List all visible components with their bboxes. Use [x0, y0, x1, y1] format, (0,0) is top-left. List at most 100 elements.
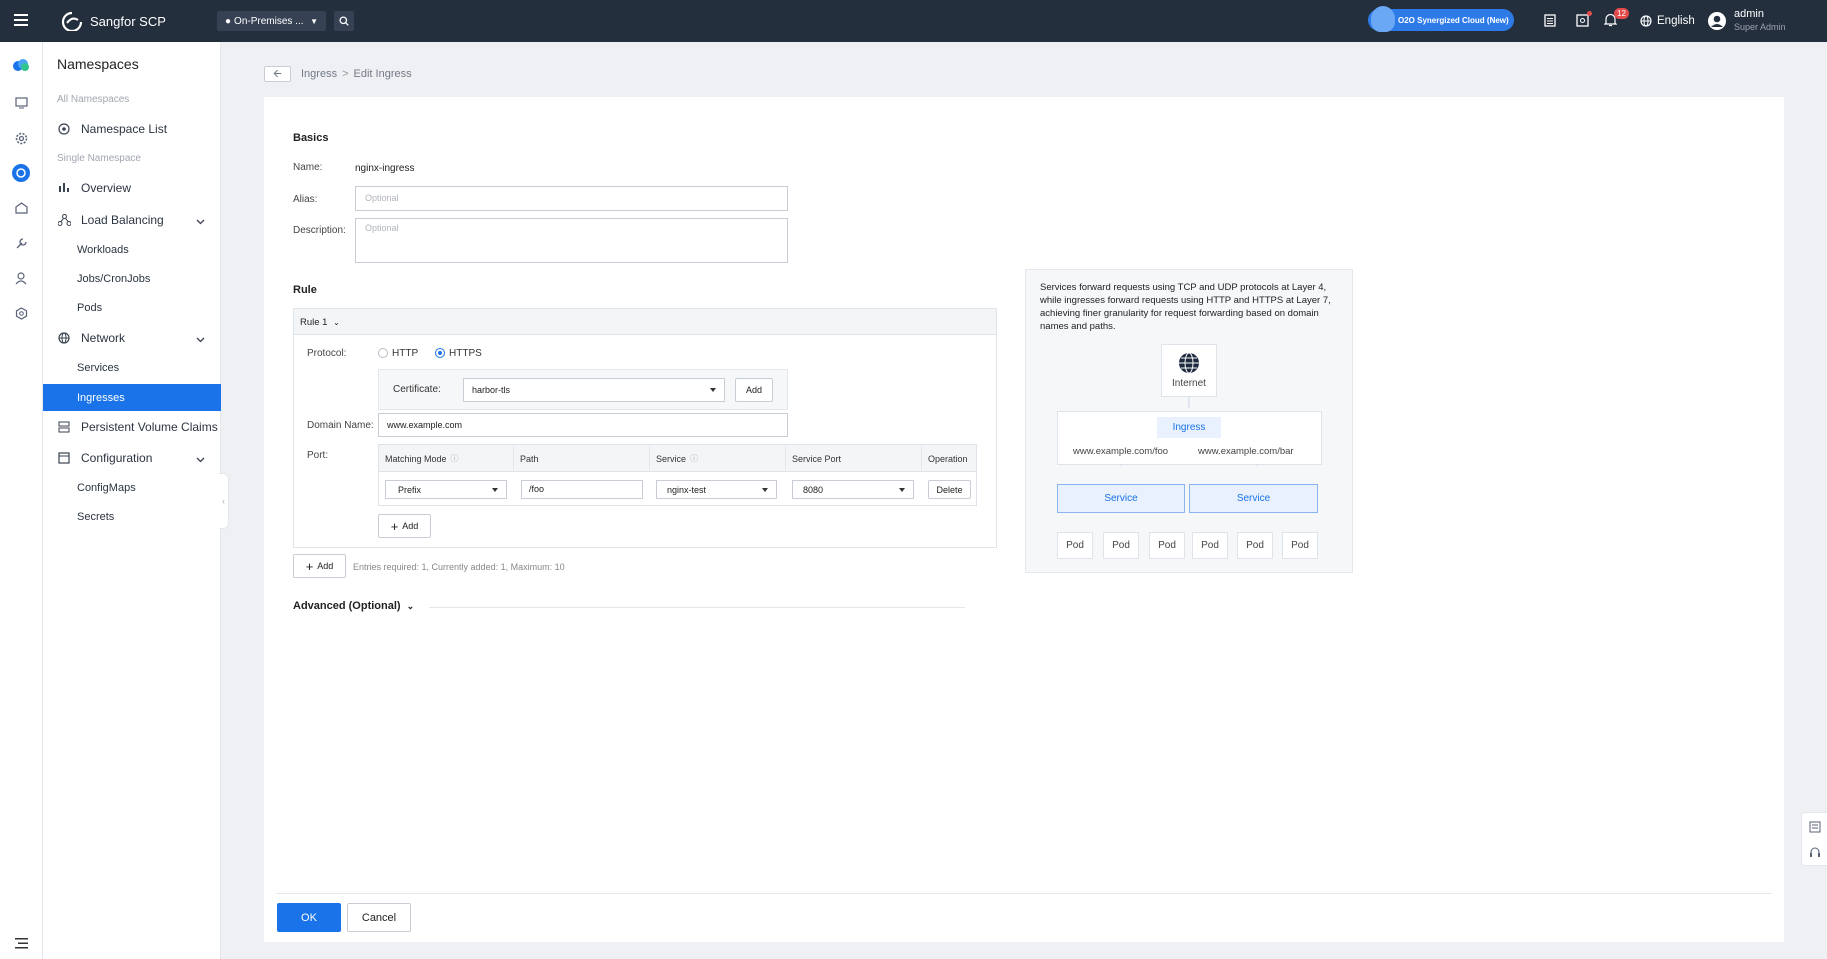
- group-all-namespaces: All Namespaces: [57, 94, 130, 105]
- sidebar-item-pods[interactable]: Pods: [43, 294, 221, 321]
- chevron-down-icon: ⌄: [406, 601, 415, 611]
- sidebar-item-jobs[interactable]: Jobs/CronJobs: [43, 265, 221, 292]
- pod-node: Pod: [1057, 532, 1093, 559]
- sidebar-item-ingresses[interactable]: Ingresses: [43, 384, 221, 411]
- rule-panel: Rule 1 ⌄ Protocol: HTTP HTTPS Certificat…: [293, 308, 997, 548]
- add-port-button[interactable]: + Add: [378, 514, 431, 538]
- language-label: English: [1657, 15, 1695, 27]
- certificate-value: harbor-tls: [472, 385, 511, 395]
- o2o-synergy-link[interactable]: O2O Synergized Cloud (New): [1368, 6, 1514, 32]
- breadcrumb-parent[interactable]: Ingress: [301, 68, 337, 80]
- sidebar-item-network[interactable]: Network: [43, 324, 221, 351]
- button-label: OK: [301, 911, 317, 924]
- service-select[interactable]: nginx-test: [656, 480, 777, 499]
- sidebar-item-label: Ingresses: [77, 391, 125, 404]
- cloud-home-icon[interactable]: [12, 56, 30, 74]
- radio-selected-icon: [435, 348, 445, 359]
- back-button[interactable]: 🡨: [264, 66, 291, 82]
- column-header: Matching Mode ⓘ: [379, 445, 514, 472]
- search-button[interactable]: [334, 11, 354, 31]
- domain-input[interactable]: www.example.com: [378, 413, 788, 437]
- description-input[interactable]: Optional: [355, 218, 788, 263]
- rule-title: Rule: [293, 284, 317, 296]
- menu-icon[interactable]: [14, 13, 28, 27]
- namespace-icon: [57, 122, 71, 136]
- https-radio[interactable]: HTTPS: [435, 348, 482, 359]
- sidebar-item-label: Workloads: [77, 243, 129, 256]
- delete-button[interactable]: Delete: [928, 480, 971, 499]
- storage-icon[interactable]: [12, 199, 30, 217]
- notification-button[interactable]: 12: [1604, 8, 1629, 28]
- app-name: Sangfor SCP: [90, 13, 166, 29]
- button-label: Cancel: [361, 911, 397, 924]
- service-value: nginx-test: [667, 484, 707, 495]
- sidebar-item-workloads[interactable]: Workloads: [43, 236, 221, 263]
- doc-icon[interactable]: [1809, 821, 1821, 836]
- sidebar-collapse-handle[interactable]: ‹: [219, 473, 229, 529]
- matching-mode-select[interactable]: Prefix: [385, 480, 507, 499]
- sidebar-item-services[interactable]: Services: [43, 354, 221, 381]
- service-port-select[interactable]: 8080: [792, 480, 914, 499]
- sidebar-item-pvc[interactable]: Persistent Volume Claims: [43, 413, 221, 440]
- ingress-node: Ingress www.example.com/foo www.example.…: [1057, 411, 1322, 465]
- button-label: Delete: [936, 484, 963, 495]
- http-radio[interactable]: HTTP: [378, 348, 418, 359]
- rule-tab-bar: Rule 1 ⌄: [294, 309, 996, 335]
- wrench-icon[interactable]: [12, 234, 30, 252]
- sidebar-item-overview[interactable]: Overview: [43, 174, 221, 201]
- app-logo[interactable]: Sangfor SCP: [61, 10, 166, 32]
- sidebar-item-configmaps[interactable]: ConfigMaps: [43, 474, 221, 501]
- list-icon[interactable]: [1544, 13, 1558, 27]
- avatar-icon: [1708, 12, 1726, 30]
- certificate-select[interactable]: harbor-tls: [463, 378, 725, 402]
- globe-icon: [1179, 352, 1199, 374]
- sidebar-item-label: Pods: [77, 301, 103, 314]
- add-rule-button[interactable]: + Add: [293, 554, 346, 578]
- advanced-toggle[interactable]: Advanced (Optional) ⌄: [293, 600, 414, 612]
- collapse-menu-icon[interactable]: [12, 934, 30, 952]
- chevron-down-icon: [196, 214, 205, 228]
- ok-button[interactable]: OK: [277, 903, 341, 932]
- certificate-panel: Certificate: harbor-tls Add: [378, 369, 788, 410]
- sidebar-item-namespace-list[interactable]: Namespace List: [43, 115, 221, 142]
- task-icon[interactable]: [1576, 11, 1592, 28]
- user-menu[interactable]: admin Super Admin: [1707, 7, 1786, 35]
- plus-icon: +: [390, 518, 399, 534]
- task-dot-badge: [1587, 11, 1592, 16]
- cancel-button[interactable]: Cancel: [347, 903, 411, 932]
- certificate-label: Certificate:: [393, 384, 441, 395]
- pod-node: Pod: [1192, 532, 1228, 559]
- sidebar-item-secrets[interactable]: Secrets: [43, 503, 221, 530]
- alias-label: Alias:: [293, 194, 318, 205]
- description-label: Description:: [293, 225, 346, 236]
- kubernetes-icon[interactable]: [12, 164, 30, 182]
- user-icon[interactable]: [12, 269, 30, 287]
- domain-label: Domain Name:: [307, 420, 374, 431]
- column-header: Service Port: [786, 445, 922, 472]
- service-node: Service: [1057, 484, 1185, 513]
- protocol-label: Protocol:: [307, 348, 347, 359]
- internet-label: Internet: [1172, 378, 1206, 389]
- header-label: Service: [656, 453, 687, 464]
- monitor-icon[interactable]: [12, 94, 30, 112]
- port-label: Port:: [307, 450, 329, 461]
- search-icon: [339, 16, 349, 26]
- location-selector[interactable]: ● On-Premises ... ▼: [217, 11, 326, 31]
- floating-toolbar: [1801, 812, 1827, 866]
- language-selector[interactable]: English: [1640, 13, 1695, 29]
- sidebar-item-configuration[interactable]: Configuration: [43, 444, 221, 471]
- sidebar-item-load-balancing[interactable]: Load Balancing: [43, 206, 221, 233]
- rule-tab[interactable]: Rule 1 ⌄: [300, 317, 340, 328]
- alias-input[interactable]: Optional: [355, 186, 788, 211]
- hexagon-settings-icon[interactable]: [12, 304, 30, 322]
- path-input[interactable]: /foo: [521, 480, 643, 499]
- certificate-add-button[interactable]: Add: [735, 378, 773, 402]
- settings-gear-icon[interactable]: [12, 129, 30, 147]
- rule-tab-label: Rule 1: [300, 317, 328, 328]
- port-table-header: Matching Mode ⓘ Path Service ⓘ Service Por…: [379, 445, 976, 472]
- column-header: Operation: [922, 445, 976, 472]
- breadcrumb: 🡨 Ingress > Edit Ingress: [264, 66, 412, 82]
- name-label: Name:: [293, 162, 323, 173]
- support-headset-icon[interactable]: [1809, 847, 1821, 862]
- port-table: Matching Mode ⓘ Path Service ⓘ Service Por…: [378, 444, 977, 506]
